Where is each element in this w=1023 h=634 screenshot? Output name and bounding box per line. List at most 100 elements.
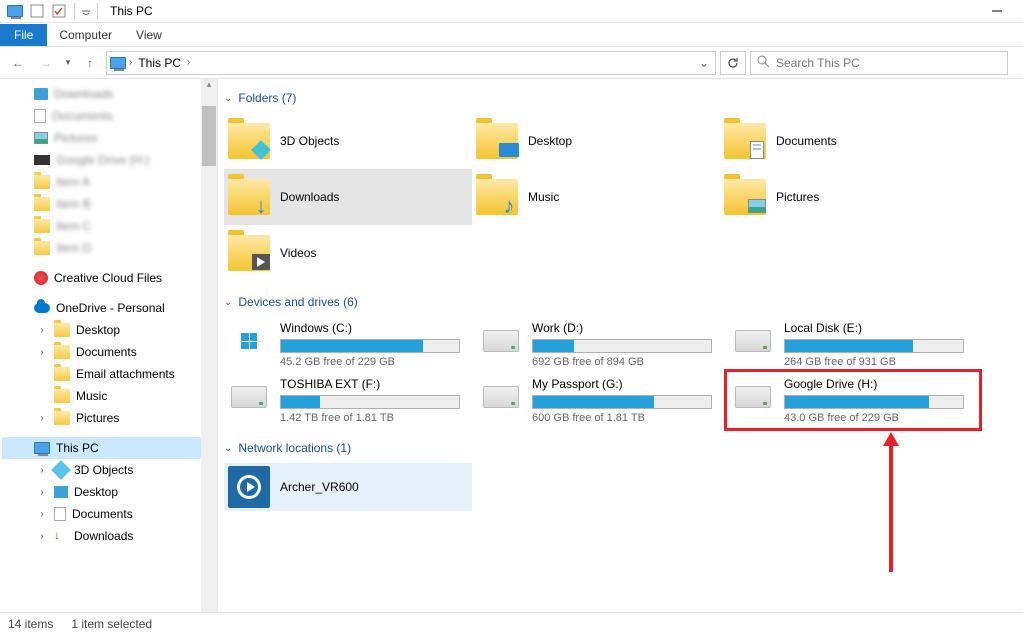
- drive-icon: [480, 381, 522, 413]
- folder-item[interactable]: ↓Downloads: [224, 169, 472, 225]
- drive-capacity-bar: [280, 339, 460, 353]
- drive-item[interactable]: Windows (C:)45.2 GB free of 229 GB: [224, 317, 472, 373]
- back-button[interactable]: ←: [6, 51, 30, 75]
- folder-item[interactable]: ♪ Music: [472, 169, 720, 225]
- drive-grid: Windows (C:)45.2 GB free of 229 GBWork (…: [224, 317, 1015, 429]
- search-placeholder: Search This PC: [776, 56, 860, 70]
- status-bar: 14 items 1 item selected: [0, 612, 1023, 634]
- sidebar-item-blurred[interactable]: Item D: [2, 237, 217, 259]
- chevron-down-icon[interactable]: ⌄: [224, 297, 232, 308]
- sidebar-item-blurred[interactable]: Pictures: [2, 127, 217, 149]
- chevron-down-icon[interactable]: ⌄: [224, 443, 232, 454]
- sidebar-item-blurred[interactable]: Downloads: [2, 83, 217, 105]
- folder-label: Desktop: [528, 134, 572, 148]
- tab-view[interactable]: View: [124, 24, 174, 46]
- sidebar-item-blurred[interactable]: Item C: [2, 215, 217, 237]
- sidebar-item-desktop-pc[interactable]: ›Desktop: [2, 481, 217, 503]
- pc-icon[interactable]: [4, 0, 26, 22]
- checkbox-icon[interactable]: [48, 0, 70, 22]
- sidebar-item-blurred[interactable]: Google Drive (H:): [2, 149, 217, 171]
- sidebar-item-label: Email attachments: [76, 367, 175, 381]
- sidebar-item-music[interactable]: Music: [2, 385, 217, 407]
- sidebar-item-label: Downloads: [74, 529, 133, 543]
- sidebar-item-blurred[interactable]: Documents: [2, 105, 217, 127]
- sidebar-item-creative-cloud[interactable]: Creative Cloud Files: [2, 267, 217, 289]
- sidebar-item-label: Desktop: [74, 485, 118, 499]
- drive-item[interactable]: Google Drive (H:) 43.0 GB free of 229 GB: [728, 373, 976, 429]
- sidebar-item-email[interactable]: Email attachments: [2, 363, 217, 385]
- address-bar[interactable]: › This PC › ⌄: [106, 51, 716, 75]
- qat-dropdown-icon[interactable]: [79, 0, 93, 22]
- drive-free-text: 1.42 TB free of 1.81 TB: [280, 412, 468, 424]
- minimize-button[interactable]: [974, 0, 1019, 22]
- drive-item[interactable]: Work (D:)692 GB free of 894 GB: [476, 317, 724, 373]
- drive-free-text: 43.0 GB free of 229 GB: [784, 412, 972, 424]
- drive-capacity-bar: [784, 395, 964, 409]
- drive-item[interactable]: My Passport (G:)600 GB free of 1.81 TB: [476, 373, 724, 429]
- main-area: Downloads Documents Pictures Google Driv…: [0, 79, 1023, 612]
- search-input[interactable]: Search This PC: [750, 51, 1008, 75]
- forward-button[interactable]: →: [34, 51, 58, 75]
- drive-icon: [732, 325, 774, 357]
- drive-free-text: 264 GB free of 931 GB: [784, 356, 972, 368]
- sidebar-item-label: This PC: [56, 441, 99, 455]
- sidebar-item-documents-pc[interactable]: ›Documents: [2, 503, 217, 525]
- sidebar-item-label: Desktop: [76, 323, 120, 337]
- sidebar-item-this-pc[interactable]: This PC: [2, 437, 217, 459]
- drive-item[interactable]: TOSHIBA EXT (F:)1.42 TB free of 1.81 TB: [224, 373, 472, 429]
- network-location-item[interactable]: Archer_VR600: [224, 463, 472, 511]
- folder-item[interactable]: Videos: [224, 225, 472, 281]
- sidebar-scrollbar[interactable]: ▴: [201, 79, 217, 612]
- sidebar-item-desktop[interactable]: ›Desktop: [2, 319, 217, 341]
- address-pc-icon: [107, 57, 129, 69]
- scrollbar-thumb[interactable]: [202, 106, 216, 166]
- refresh-button[interactable]: [720, 51, 746, 75]
- folder-label: Pictures: [776, 190, 819, 204]
- drive-name: Google Drive (H:): [784, 377, 972, 391]
- address-dropdown-icon[interactable]: ⌄: [693, 56, 715, 70]
- chevron-down-icon[interactable]: ⌄: [224, 93, 232, 104]
- chevron-right-icon[interactable]: ›: [187, 57, 190, 68]
- network-location-label: Archer_VR600: [280, 480, 359, 494]
- drive-capacity-bar: [532, 395, 712, 409]
- recent-dropdown-icon[interactable]: ▾: [62, 51, 74, 75]
- annotation-arrow: [889, 442, 893, 572]
- breadcrumb[interactable]: This PC: [132, 56, 187, 70]
- drive-free-text: 600 GB free of 1.81 TB: [532, 412, 720, 424]
- folder-label: Music: [528, 190, 559, 204]
- drive-item[interactable]: Local Disk (E:) 264 GB free of 931 GB: [728, 317, 976, 373]
- drive-capacity-bar: [280, 395, 460, 409]
- section-drives-header[interactable]: ⌄ Devices and drives (6): [224, 295, 1015, 309]
- folder-item[interactable]: Desktop: [472, 113, 720, 169]
- tab-computer[interactable]: Computer: [47, 24, 124, 46]
- folder-grid: 3D Objects Desktop Documents ↓Downloads♪ Mus…: [224, 113, 1015, 281]
- status-item-count: 14 items: [8, 617, 53, 631]
- sidebar-item-pictures[interactable]: ›Pictures: [2, 407, 217, 429]
- search-icon: [757, 55, 770, 71]
- folder-item[interactable]: 3D Objects: [224, 113, 472, 169]
- section-folders-header[interactable]: ⌄ Folders (7): [224, 91, 1015, 105]
- folder-item[interactable]: Pictures: [720, 169, 968, 225]
- sidebar-item-blurred[interactable]: Item A: [2, 171, 217, 193]
- sidebar-item-downloads-pc[interactable]: ›Downloads: [2, 525, 217, 547]
- title-bar: This PC: [0, 0, 1023, 23]
- drive-capacity-bar: [532, 339, 712, 353]
- window-title: This PC: [110, 4, 153, 18]
- folder-icon: [724, 123, 766, 159]
- sidebar-item-3d-objects[interactable]: ›3D Objects: [2, 459, 217, 481]
- folder-icon: ♪: [476, 179, 518, 215]
- folder-item[interactable]: Documents: [720, 113, 968, 169]
- drive-icon: [228, 381, 270, 413]
- sidebar-item-onedrive[interactable]: OneDrive - Personal: [2, 297, 217, 319]
- tab-file[interactable]: File: [0, 24, 47, 46]
- properties-icon[interactable]: [26, 0, 48, 22]
- folder-icon: [724, 179, 766, 215]
- window-controls: [974, 0, 1019, 22]
- sidebar-item-blurred[interactable]: Item B: [2, 193, 217, 215]
- drive-name: Work (D:): [532, 321, 720, 335]
- drive-icon: [480, 325, 522, 357]
- navigation-pane: Downloads Documents Pictures Google Driv…: [0, 79, 218, 612]
- drive-name: Local Disk (E:): [784, 321, 972, 335]
- up-button[interactable]: ↑: [78, 51, 102, 75]
- sidebar-item-documents[interactable]: ›Documents: [2, 341, 217, 363]
